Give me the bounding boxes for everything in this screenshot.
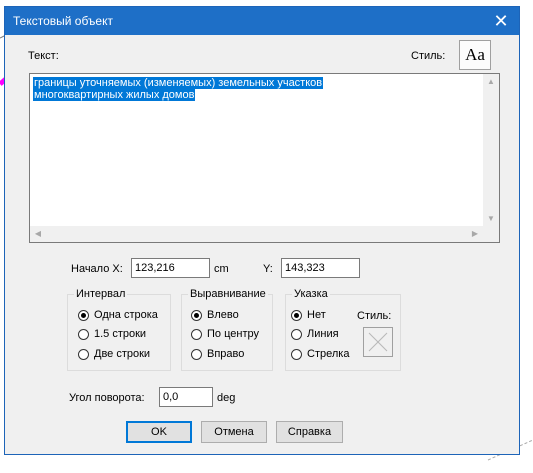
y-input[interactable]: 143,323: [281, 258, 360, 278]
text-line-2: многоквартирных жилых домов: [33, 89, 196, 101]
option-label: Нет: [307, 309, 326, 321]
scroll-up-icon[interactable]: ▲: [483, 74, 499, 90]
ok-button[interactable]: OK: [126, 421, 192, 443]
option-label: Вправо: [207, 348, 245, 360]
font-style-button[interactable]: Aa: [459, 40, 491, 70]
text-input-area[interactable]: границы уточняемых (изменяемых) земельны…: [29, 73, 500, 243]
pointer-style-icon: [368, 332, 388, 352]
y-label: Y:: [263, 263, 273, 275]
pointer-title: Указка: [292, 288, 330, 300]
title-bar: Текстовый объект ✕: [5, 7, 519, 35]
option-label: Линия: [307, 328, 339, 340]
radio-indicator: [291, 349, 302, 360]
pointer-style-label: Стиль:: [357, 310, 392, 322]
dialog-title: Текстовый объект: [13, 14, 113, 28]
close-button[interactable]: ✕: [483, 7, 519, 35]
start-x-input[interactable]: 123,216: [131, 258, 210, 278]
start-x-label: Начало X:: [71, 263, 123, 275]
scroll-right-icon[interactable]: ▶: [467, 226, 483, 242]
interval-title: Интервал: [74, 288, 128, 300]
vertical-scrollbar[interactable]: ▲ ▼: [483, 74, 499, 227]
text-line-1: границы уточняемых (изменяемых) земельны…: [33, 77, 324, 89]
option-label: Две строки: [94, 348, 151, 360]
scroll-left-icon[interactable]: ◀: [30, 226, 46, 242]
option-label: Стрелка: [307, 348, 350, 360]
alignment-title: Выравнивание: [188, 288, 268, 300]
radio-indicator: [191, 329, 202, 340]
radio-indicator: [191, 310, 202, 321]
scroll-down-icon[interactable]: ▼: [483, 211, 499, 227]
option-label: 1.5 строки: [94, 328, 147, 340]
horizontal-scrollbar[interactable]: ◀ ▶: [30, 226, 499, 242]
rotation-unit-label: deg: [217, 392, 236, 404]
option-label: Одна строка: [94, 309, 158, 321]
radio-indicator: [291, 310, 302, 321]
text-label: Текст:: [28, 50, 59, 62]
option-label: По центру: [207, 328, 259, 340]
pointer-style-button[interactable]: [363, 327, 393, 357]
style-label: Стиль:: [411, 50, 446, 62]
radio-indicator: [291, 329, 302, 340]
option-label: Влево: [207, 309, 239, 321]
rotation-label: Угол поворота:: [69, 392, 145, 404]
x-unit-label: cm: [214, 263, 229, 275]
help-button[interactable]: Справка: [276, 421, 343, 443]
cancel-button[interactable]: Отмена: [201, 421, 267, 443]
text-object-dialog: Текстовый объект ✕ Текст: Стиль: Aa гран…: [4, 6, 520, 455]
radio-indicator: [78, 329, 89, 340]
radio-indicator: [191, 349, 202, 360]
close-icon: ✕: [493, 11, 509, 31]
radio-indicator: [78, 310, 89, 321]
rotation-input[interactable]: 0,0: [159, 387, 213, 407]
radio-indicator: [78, 349, 89, 360]
